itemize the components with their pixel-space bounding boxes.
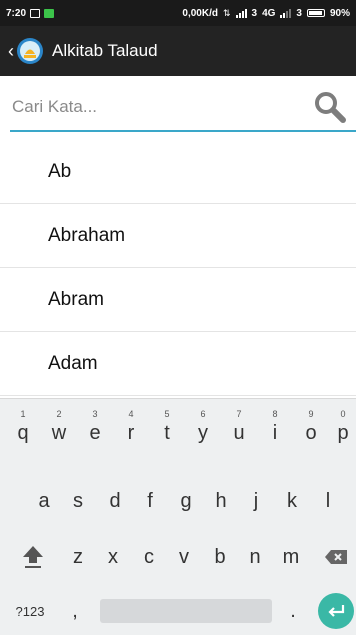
key-u[interactable]: 7u [224,407,254,459]
battery-icon [306,9,325,17]
enter-key[interactable] [318,593,354,629]
app-notification-icon [44,8,55,18]
key-a[interactable]: a [28,475,60,527]
key-f[interactable]: f [134,475,166,527]
status-time: 7:20 [6,7,27,19]
key-x[interactable]: x [97,531,129,583]
key-s[interactable]: s [62,475,94,527]
key-l[interactable]: l [312,475,344,527]
keyboard-row-4: ?123 , . [0,585,356,635]
keyboard-row-2: a s d f g h j k l [0,475,356,527]
key-b[interactable]: b [204,531,236,583]
back-chevron-icon[interactable]: ‹ [8,42,14,60]
status-bar: 7:20 0,00K/d ⇅ 3 4G 3 90% [0,0,356,26]
list-item-label: Abram [48,288,104,310]
key-h[interactable]: h [205,475,237,527]
enter-icon [328,605,345,617]
search-input[interactable] [10,97,312,117]
message-icon [30,8,41,18]
key-i[interactable]: 8i [260,407,290,459]
list-item-label: Ab [48,160,72,182]
key-q[interactable]: 1q [8,407,38,459]
key-z[interactable]: z [62,531,94,583]
soft-keyboard: 1q 2w 3e 4r 5t 6y 7u 8i 9o 0p a s d f g … [0,398,356,635]
key-t[interactable]: 5t [152,407,182,459]
sim1-label: 3 [251,7,258,19]
search-bar [10,84,356,132]
sim2-label: 3 [296,7,302,19]
word-list: Ab Abraham Abram Adam Ad [0,140,356,426]
list-item[interactable]: Abram [0,268,356,332]
backspace-key[interactable] [318,531,354,583]
key-m[interactable]: m [275,531,307,583]
key-c[interactable]: c [133,531,165,583]
key-g[interactable]: g [170,475,202,527]
list-item[interactable]: Adam [0,332,356,396]
app-bar: ‹ Alkitab Talaud [0,26,356,76]
search-icon[interactable] [312,89,348,125]
key-n[interactable]: n [239,531,271,583]
key-o[interactable]: 9o [296,407,326,459]
keyboard-row-1: 1q 2w 3e 4r 5t 6y 7u 8i 9o 0p [0,407,356,459]
data-arrows-icon: ⇅ [222,7,231,18]
list-item-label: Adam [48,352,98,374]
key-d[interactable]: d [99,475,131,527]
period-key[interactable]: . [280,585,306,635]
key-j[interactable]: j [240,475,272,527]
key-r[interactable]: 4r [116,407,146,459]
list-item[interactable]: Ab [0,140,356,204]
list-item[interactable]: Abraham [0,204,356,268]
list-item-label: Abraham [48,224,126,246]
key-p[interactable]: 0p [330,407,356,459]
keyboard-row-3: z x c v b n m [0,531,356,583]
app-logo-icon[interactable] [16,37,44,65]
symbols-key[interactable]: ?123 [10,585,50,635]
key-y[interactable]: 6y [188,407,218,459]
network-speed: 0,00K/d [182,7,218,19]
battery-percent: 90% [329,7,350,19]
comma-key[interactable]: , [62,585,88,635]
key-k[interactable]: k [276,475,308,527]
signal-icon-2 [280,8,292,18]
key-v[interactable]: v [168,531,200,583]
app-title: Alkitab Talaud [52,41,158,60]
key-w[interactable]: 2w [44,407,74,459]
signal-icon [235,8,247,18]
shift-icon [23,546,43,568]
network-type: 4G [262,7,276,19]
shift-key[interactable] [14,531,52,583]
backspace-icon [325,550,347,564]
key-e[interactable]: 3e [80,407,110,459]
spacebar[interactable] [100,599,272,623]
